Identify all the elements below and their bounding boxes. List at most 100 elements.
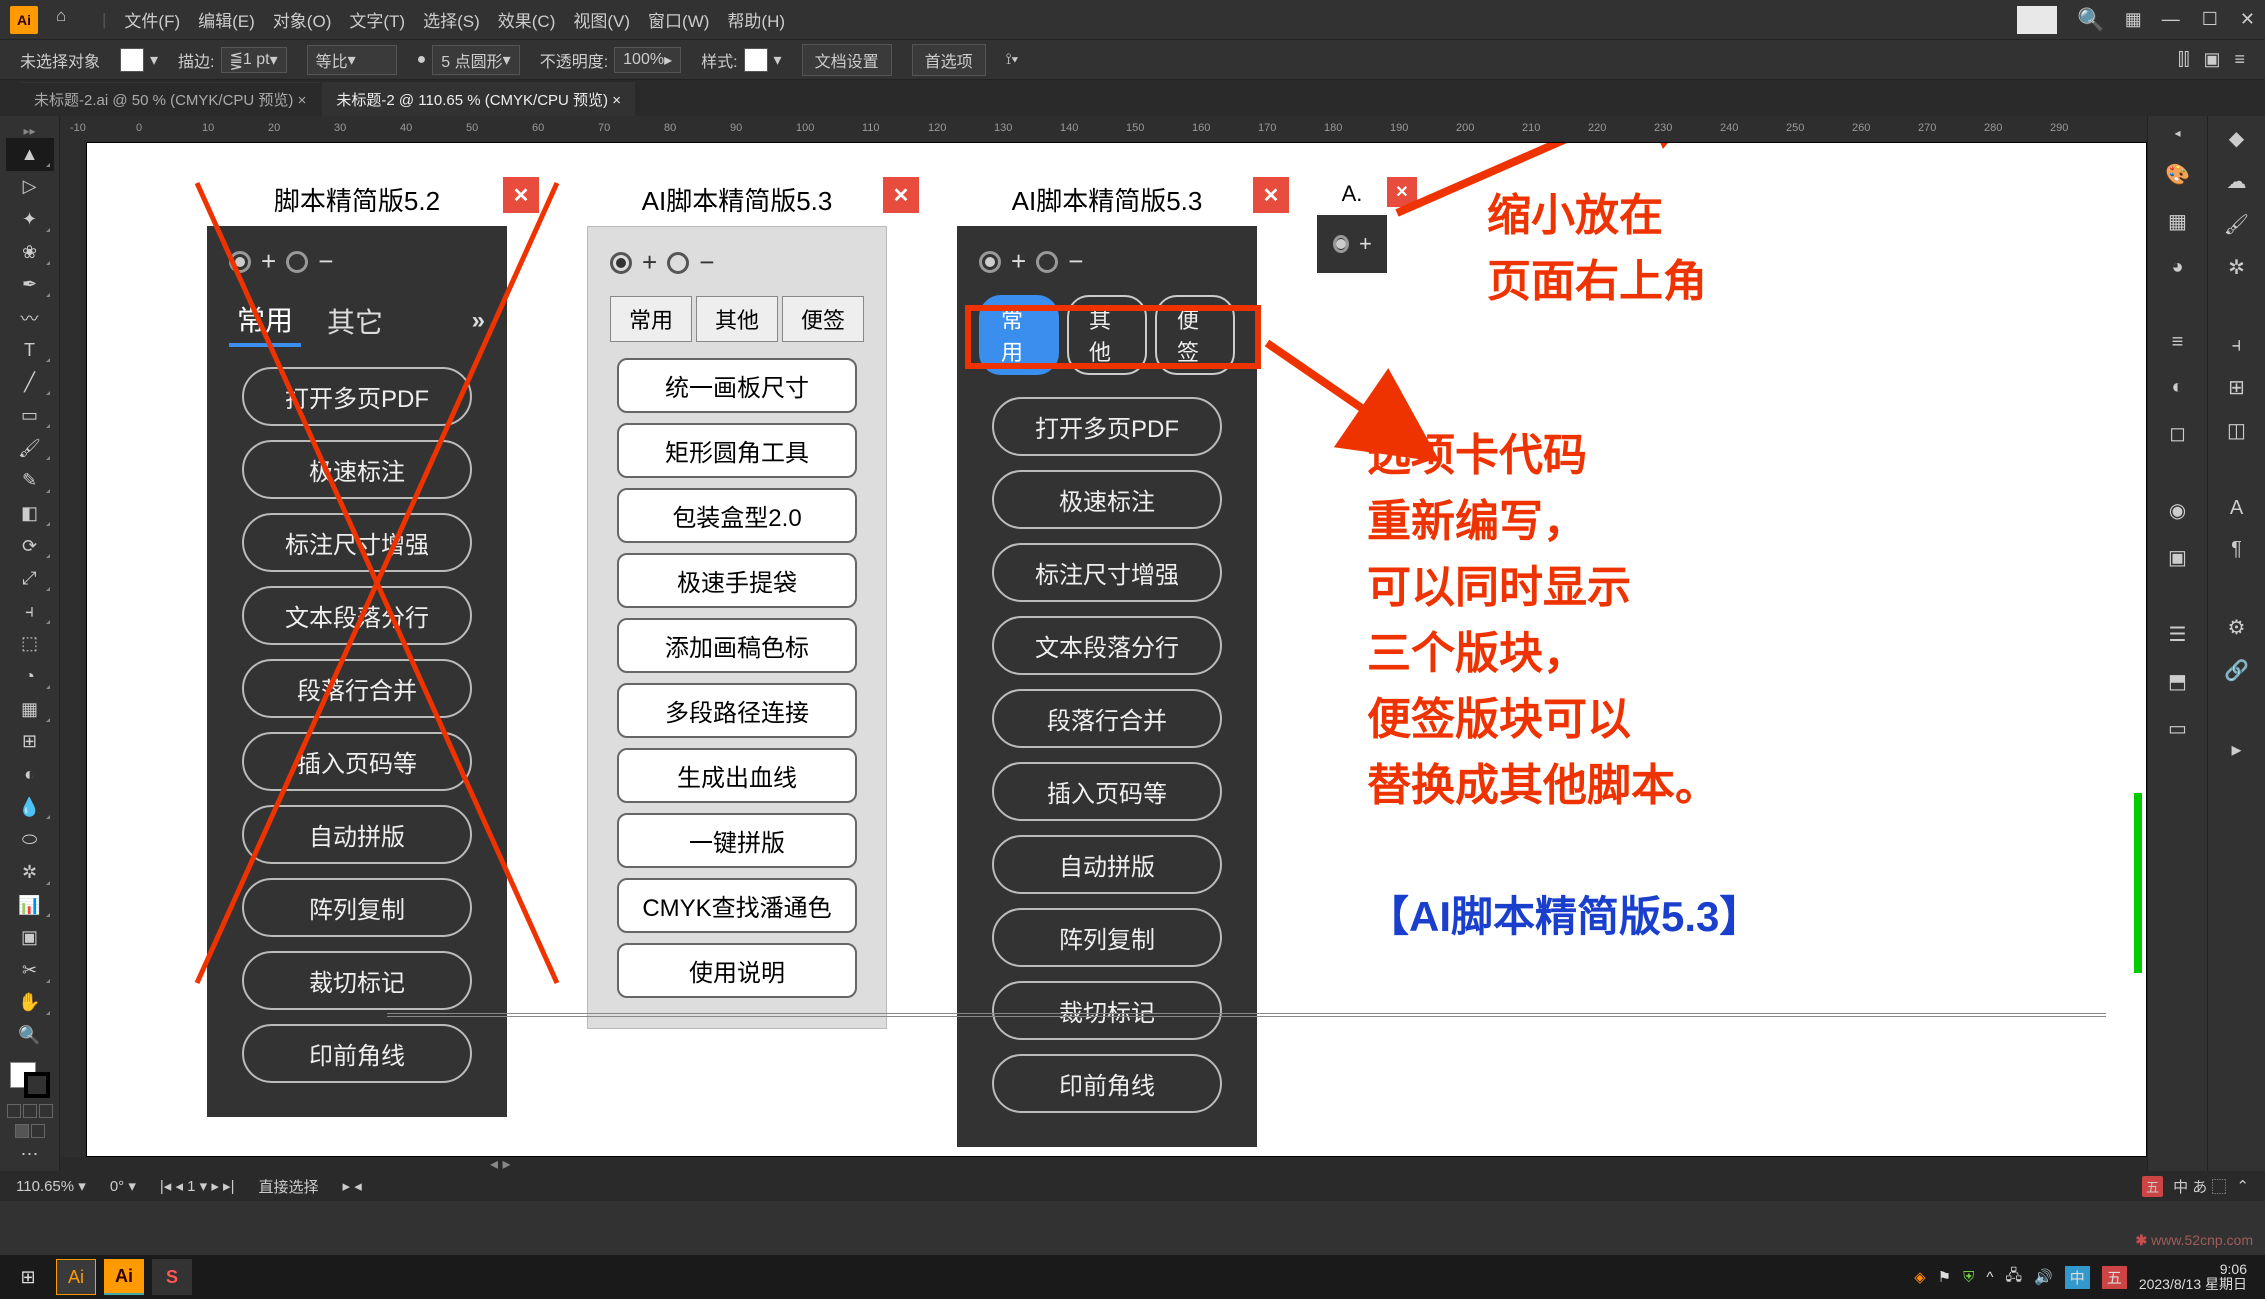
lasso-tool[interactable]: ❀ <box>6 236 54 269</box>
script-button[interactable]: 自动拼版 <box>242 805 472 864</box>
brush-tool[interactable]: 🖌 <box>6 432 54 465</box>
script-button[interactable]: 矩形圆角工具 <box>617 423 857 478</box>
eraser-tool[interactable]: ◧ <box>6 497 54 530</box>
doc-tab-2[interactable]: 未标题-2 @ 110.65 % (CMYK/CPU 预览) × <box>322 82 635 116</box>
type-tool[interactable]: T <box>6 334 54 367</box>
script-button[interactable]: 一键拼版 <box>617 813 857 868</box>
script-button[interactable]: 极速标注 <box>992 470 1222 529</box>
script-button[interactable]: 极速标注 <box>242 440 472 499</box>
script-button[interactable]: 生成出血线 <box>617 748 857 803</box>
clock[interactable]: 9:062023/8/13 星期日 <box>2139 1262 2247 1293</box>
search-icon[interactable]: 🔍 <box>2077 7 2104 33</box>
opacity-value[interactable]: 100% ▸ <box>614 47 681 73</box>
lighttab-common[interactable]: 常用 <box>610 296 692 342</box>
transparency-panel-icon[interactable]: ◻ <box>2169 421 2186 446</box>
tray-more-icon[interactable]: ⌃ <box>2236 1177 2249 1195</box>
script-button[interactable]: 段落行合并 <box>992 689 1222 748</box>
blend-tool[interactable]: ⬭ <box>6 823 54 856</box>
panel-v52-close[interactable]: ✕ <box>503 177 539 213</box>
close-icon[interactable]: ✕ <box>2240 9 2255 30</box>
transform-panel-icon[interactable]: ⊞ <box>2228 375 2245 400</box>
script-button[interactable]: 插入页码等 <box>242 732 472 791</box>
char-panel-icon[interactable]: A <box>2230 497 2243 520</box>
radio-add-light[interactable] <box>610 252 632 274</box>
color-panel-icon[interactable]: 🎨 <box>2165 162 2190 187</box>
radio-add-dark[interactable] <box>979 251 1001 273</box>
script-button[interactable]: 标注尺寸增强 <box>992 543 1222 602</box>
script-button[interactable]: 极速手提袋 <box>617 553 857 608</box>
script-button[interactable]: 打开多页PDF <box>242 367 472 426</box>
panel-v53-dark-close[interactable]: ✕ <box>1253 177 1289 213</box>
radio-sub-dark[interactable] <box>1036 251 1058 273</box>
tab-expand-icon[interactable]: » <box>472 307 485 335</box>
menu-icon[interactable]: ≡ <box>2234 49 2245 70</box>
panel-toggle-icon[interactable]: ⫿⫿ <box>2178 49 2190 70</box>
panel-mini-close[interactable]: ✕ <box>1387 177 1417 207</box>
stroke-panel-icon[interactable]: ≡ <box>2172 331 2184 354</box>
script-button[interactable]: 多段路径连接 <box>617 683 857 738</box>
maximize-icon[interactable]: ☐ <box>2202 9 2218 30</box>
script-button[interactable]: 印前角线 <box>992 1054 1222 1113</box>
rotation[interactable]: 0° ▾ <box>110 1177 136 1195</box>
menu-window[interactable]: 窗口(W) <box>648 7 709 32</box>
asset-panel-icon[interactable]: ⬒ <box>2168 669 2187 694</box>
graphic-styles-icon[interactable]: ▣ <box>2168 545 2187 570</box>
taskbar-ai-2[interactable]: Ai <box>104 1259 144 1295</box>
shape-builder-tool[interactable]: ◔ <box>6 660 54 693</box>
color-guide-icon[interactable]: ◕ <box>2171 256 2183 279</box>
rect-tool[interactable]: ▭ <box>6 399 54 432</box>
tray-lang-2[interactable]: 五 <box>2102 1266 2127 1289</box>
width-tool[interactable]: ⫞ <box>6 595 54 628</box>
menu-file[interactable]: 文件(F) <box>124 7 180 32</box>
shaper-tool[interactable]: ✎ <box>6 464 54 497</box>
script-button[interactable]: 段落行合并 <box>242 659 472 718</box>
graph-tool[interactable]: 📊 <box>6 889 54 922</box>
doc-setup-button[interactable]: 文档设置 <box>802 44 892 76</box>
fill-swatch[interactable] <box>120 48 144 72</box>
layers-panel-icon[interactable]: ☰ <box>2169 622 2187 647</box>
lighttab-notes[interactable]: 便签 <box>782 296 864 342</box>
symbol-tool[interactable]: ✲ <box>6 856 54 889</box>
gradient-tool[interactable]: ◐ <box>6 758 54 791</box>
radio-add[interactable] <box>229 251 251 273</box>
artboard-tool[interactable]: ▣ <box>6 921 54 954</box>
stroke-width[interactable]: ⪋ 1 pt ▾ <box>221 47 287 73</box>
menu-type[interactable]: 文字(T) <box>349 7 405 32</box>
libraries-icon[interactable]: ☁ <box>2227 169 2247 194</box>
script-button[interactable]: 阵列复制 <box>242 878 472 937</box>
script-button[interactable]: 印前角线 <box>242 1024 472 1083</box>
tray-ime-icon[interactable]: 五 <box>2142 1176 2163 1197</box>
radio-add-mini[interactable] <box>1333 235 1349 253</box>
fill-stroke-indicator[interactable] <box>10 1062 50 1098</box>
script-button[interactable]: 阵列复制 <box>992 908 1222 967</box>
doc-tab-1[interactable]: 未标题-2.ai @ 50 % (CMYK/CPU 预览) × <box>20 82 320 116</box>
selection-tool[interactable]: ▲ <box>6 138 54 171</box>
top-search-field[interactable] <box>2017 6 2057 34</box>
tray-lang-1[interactable]: 中 <box>2065 1266 2090 1289</box>
brush-select[interactable]: 5 点圆形 ▾ <box>432 45 519 75</box>
scale-tool[interactable]: ⤢ <box>6 562 54 595</box>
home-icon[interactable]: ⌂ <box>56 6 84 34</box>
play-icon[interactable]: ▸ <box>2231 737 2241 762</box>
brush-panel-icon[interactable]: 🖌 <box>2224 212 2249 237</box>
script-button[interactable]: 文本段落分行 <box>242 586 472 645</box>
tray-flag-icon[interactable]: ⚑ <box>1938 1268 1951 1286</box>
color-mode-icons[interactable] <box>6 1104 54 1118</box>
free-transform-tool[interactable]: ⬚ <box>6 628 54 661</box>
menu-help[interactable]: 帮助(H) <box>727 7 785 32</box>
tray-volume-icon[interactable]: 🔊 <box>2034 1268 2053 1286</box>
menu-edit[interactable]: 编辑(E) <box>198 7 255 32</box>
radio-sub[interactable] <box>286 251 308 273</box>
script-button[interactable]: 打开多页PDF <box>992 397 1222 456</box>
artboards-panel-icon[interactable]: ▭ <box>2168 716 2187 741</box>
script-button[interactable]: 添加画稿色标 <box>617 618 857 673</box>
tray-shield-icon[interactable]: ⛨ <box>1963 1269 1974 1286</box>
properties-icon[interactable]: ◆ <box>2229 126 2244 151</box>
tab-common[interactable]: 常用 <box>229 295 301 347</box>
nav-triangle-icon[interactable]: ◂ <box>2174 126 2180 140</box>
canvas[interactable]: 脚本精简版5.2 ✕ + − 常用 其它 » 打开多页PDF极速标注标注尺寸增强… <box>86 142 2147 1157</box>
action-panel-icon[interactable]: ⚙ <box>2228 615 2246 640</box>
artboard-nav[interactable]: |◂ ◂ 1 ▾ ▸ ▸| <box>160 1177 235 1195</box>
tray-up-icon[interactable]: ^ <box>1986 1269 1993 1286</box>
align-icon[interactable]: ⟟▾ <box>1006 51 1019 69</box>
